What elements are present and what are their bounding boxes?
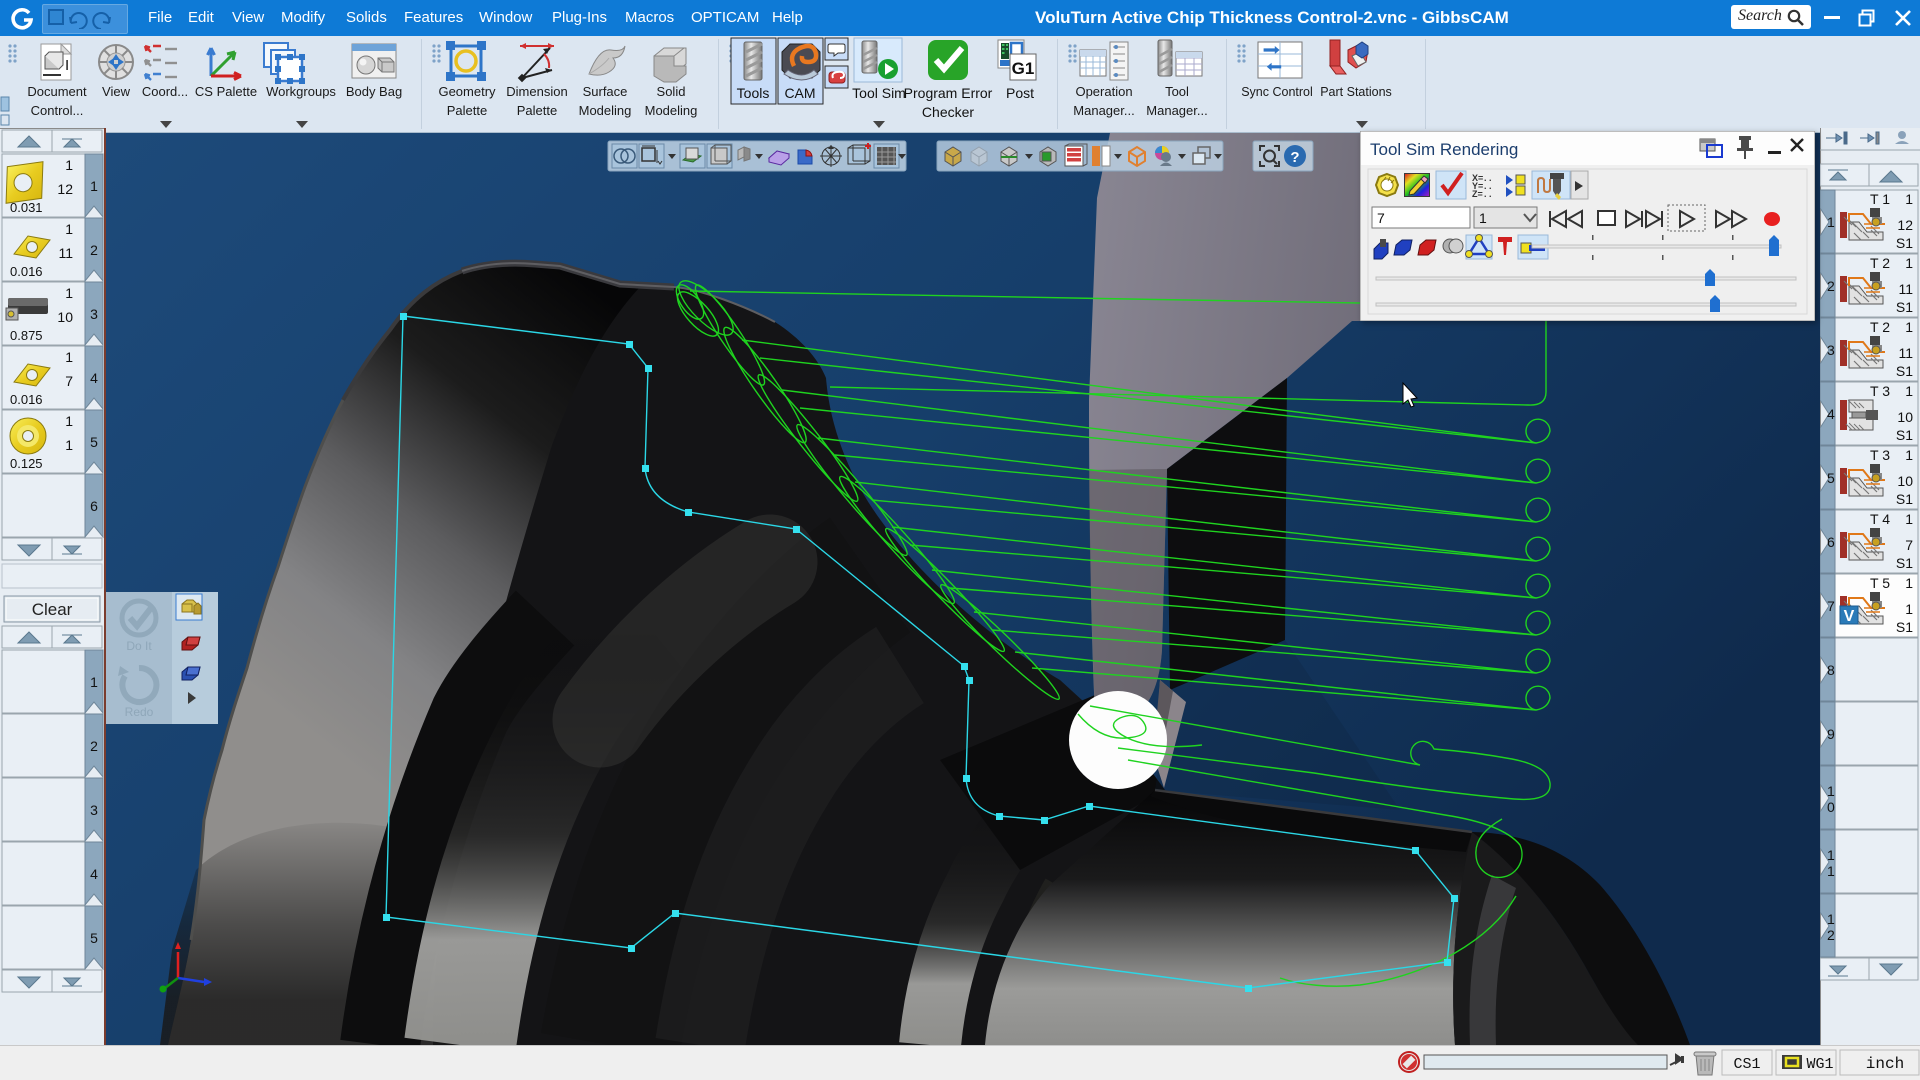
svg-text:10: 10 [57, 309, 73, 325]
svg-text:T 3: T 3 [1870, 383, 1890, 399]
svg-text:2: 2 [1827, 278, 1835, 294]
svg-text:Redo: Redo [125, 705, 154, 719]
svg-text:10: 10 [1897, 473, 1913, 489]
svg-text:1: 1 [1827, 847, 1835, 863]
svg-text:1: 1 [65, 413, 73, 429]
svg-text:2: 2 [90, 242, 98, 258]
svg-text:inch: inch [1866, 1055, 1904, 1073]
svg-text:0.016: 0.016 [10, 392, 43, 407]
svg-text:1: 1 [65, 349, 73, 365]
svg-text:3: 3 [90, 306, 98, 322]
svg-text:11: 11 [1898, 281, 1913, 297]
svg-text:3: 3 [90, 802, 98, 818]
svg-text:11: 11 [1898, 345, 1913, 361]
svg-text:T 3: T 3 [1870, 447, 1890, 463]
svg-text:2: 2 [1827, 927, 1835, 943]
svg-text:0.031: 0.031 [10, 200, 43, 215]
svg-text:1: 1 [65, 285, 73, 301]
svg-text:0.125: 0.125 [10, 456, 43, 471]
svg-text:0.875: 0.875 [10, 328, 43, 343]
svg-text:S1: S1 [1896, 235, 1913, 251]
svg-text:7: 7 [1827, 598, 1835, 614]
svg-text:1: 1 [1905, 255, 1913, 271]
svg-text:S1: S1 [1896, 619, 1913, 635]
svg-text:5: 5 [90, 434, 98, 450]
svg-text:2: 2 [90, 738, 98, 754]
svg-text:4: 4 [90, 866, 98, 882]
svg-text:4: 4 [1827, 406, 1835, 422]
svg-text:1: 1 [1827, 783, 1835, 799]
svg-text:12: 12 [1897, 217, 1913, 233]
svg-text:1: 1 [65, 437, 73, 453]
svg-text:T 2: T 2 [1870, 319, 1890, 335]
svg-text:S1: S1 [1896, 491, 1913, 507]
svg-text:?: ? [1290, 149, 1299, 166]
svg-text:8: 8 [1827, 662, 1835, 678]
svg-text:1: 1 [1905, 319, 1913, 335]
svg-text:7: 7 [1377, 210, 1385, 226]
svg-text:1: 1 [90, 674, 98, 690]
svg-text:10: 10 [1897, 409, 1913, 425]
svg-text:0: 0 [1827, 799, 1835, 815]
svg-text:1: 1 [1905, 575, 1913, 591]
svg-text:V: V [1844, 608, 1855, 625]
svg-text:6: 6 [90, 498, 98, 514]
svg-text:5: 5 [1827, 470, 1835, 486]
svg-text:1: 1 [1827, 214, 1835, 230]
svg-text:S1: S1 [1896, 427, 1913, 443]
svg-text:7: 7 [1905, 537, 1913, 553]
svg-text:1: 1 [1479, 210, 1487, 226]
svg-text:11: 11 [58, 245, 73, 261]
svg-text:Clear: Clear [32, 600, 73, 619]
svg-text:1: 1 [65, 221, 73, 237]
svg-text:Do It: Do It [126, 639, 152, 653]
svg-text:7: 7 [65, 373, 73, 389]
svg-text:T 2: T 2 [1870, 255, 1890, 271]
svg-text:1: 1 [1905, 511, 1913, 527]
svg-text:3: 3 [1827, 342, 1835, 358]
svg-text:9: 9 [1827, 726, 1835, 742]
svg-text:4: 4 [90, 370, 98, 386]
svg-text:1: 1 [1827, 911, 1835, 927]
svg-text:S1: S1 [1896, 555, 1913, 571]
svg-text:WG1: WG1 [1806, 1056, 1833, 1073]
svg-text:CS1: CS1 [1733, 1056, 1760, 1073]
svg-text:T 4: T 4 [1870, 511, 1890, 527]
svg-text:1: 1 [1905, 601, 1913, 617]
svg-text:1: 1 [1827, 863, 1835, 879]
svg-text:1: 1 [1905, 383, 1913, 399]
svg-text:S1: S1 [1896, 363, 1913, 379]
svg-text:S1: S1 [1896, 299, 1913, 315]
svg-text:T 5: T 5 [1870, 575, 1890, 591]
svg-text:0.016: 0.016 [10, 264, 43, 279]
svg-text:5: 5 [90, 930, 98, 946]
svg-text:1: 1 [1905, 447, 1913, 463]
svg-text:6: 6 [1827, 534, 1835, 550]
